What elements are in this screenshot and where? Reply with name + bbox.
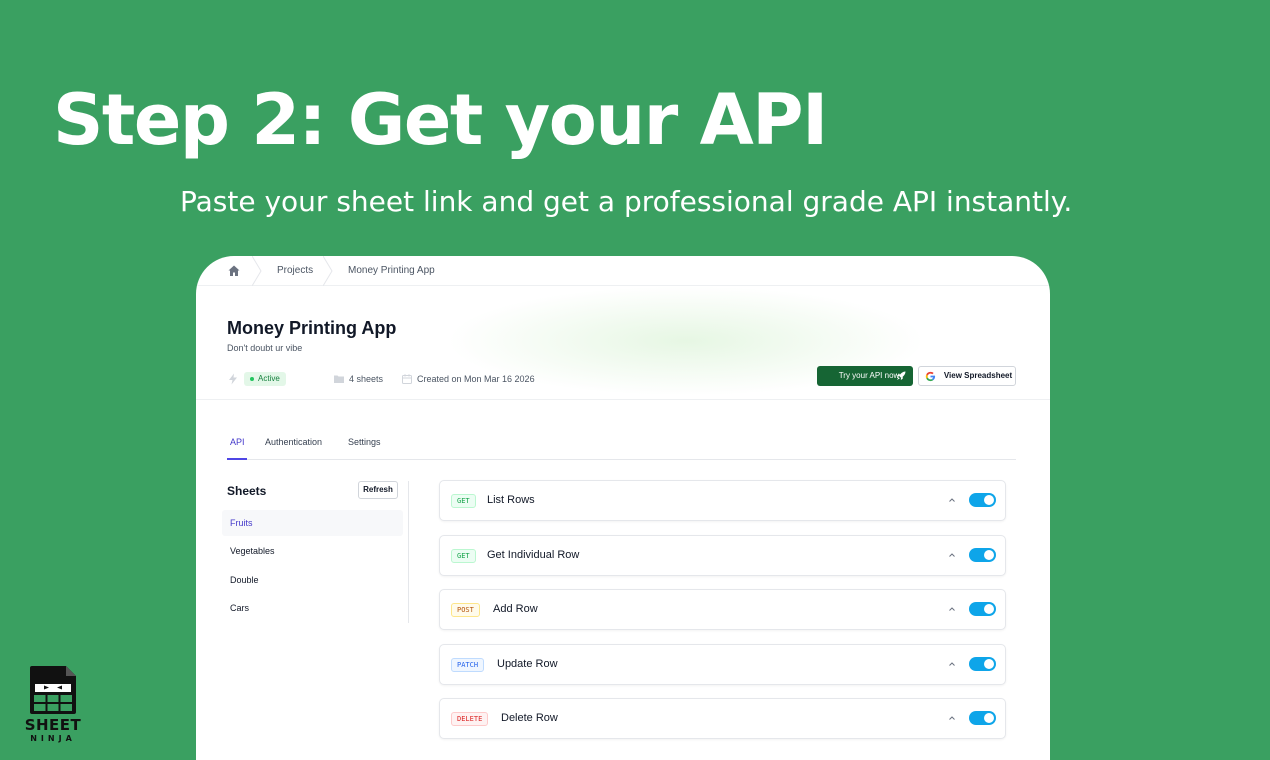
endpoint-name: Get Individual Row [487,549,580,561]
sheets-divider [408,481,409,623]
refresh-button[interactable]: Refresh [358,481,398,499]
rocket-icon [897,371,906,380]
created-date: Created on Mon Mar 16 2026 [417,374,535,384]
tab-settings[interactable]: Settings [348,437,381,447]
google-icon [925,371,936,382]
sheet-ninja-logo: SHEET NINJA [22,664,84,746]
folder-icon [334,375,344,383]
sheets-count: 4 sheets [349,374,384,384]
bolt-icon [229,373,237,385]
status-dot-icon [250,377,254,381]
view-spreadsheet-button[interactable]: View Spreadsheet [918,366,1016,386]
endpoint-update-row[interactable]: PATCH Update Row [439,644,1006,685]
method-badge-patch: PATCH [451,658,485,672]
endpoint-add-row[interactable]: POST Add Row [439,589,1006,630]
breadcrumb-separator-icon [252,256,262,286]
hero-title: Step 2: Get your API [53,79,828,161]
tab-api[interactable]: API [230,437,245,447]
home-icon[interactable] [227,264,241,278]
try-api-button-label: Try your API now [838,371,900,380]
method-badge-get: GET [451,494,476,508]
breadcrumb-separator-icon [323,256,333,286]
toggle-knob [984,713,994,723]
hero-subtitle: Paste your sheet link and get a professi… [180,185,1073,218]
endpoint-toggle[interactable] [969,657,996,671]
chevron-up-icon[interactable] [948,551,956,559]
chevron-up-icon[interactable] [948,605,956,613]
toggle-knob [984,604,994,614]
endpoint-name: Add Row [493,603,538,615]
endpoint-toggle[interactable] [969,493,996,507]
chevron-up-icon[interactable] [948,496,956,504]
logo-text-ninja: NINJA [30,734,76,743]
toggle-knob [984,659,994,669]
endpoint-toggle[interactable] [969,711,996,725]
page-title: Money Printing App [227,318,397,338]
sheet-item-cars[interactable]: Cars [222,595,403,621]
project-meta: Active 4 sheets Created on Mon Mar 16 20… [227,371,727,387]
logo-text-sheet: SHEET [24,716,82,734]
sheets-heading: Sheets [227,484,267,498]
endpoint-toggle[interactable] [969,548,996,562]
tab-bar: API Authentication Settings [227,434,1016,460]
ninja-sheet-icon [30,666,76,714]
active-tab-indicator [227,458,247,460]
chevron-up-icon[interactable] [948,714,956,722]
method-badge-get: GET [451,549,476,563]
status-badge: Active [244,372,286,386]
breadcrumb: Projects Money Printing App [196,256,1050,286]
breadcrumb-current-project[interactable]: Money Printing App [348,265,435,276]
try-api-button[interactable]: Try your API now [817,366,913,386]
view-spreadsheet-label: View Spreadsheet [943,371,1013,380]
calendar-icon [402,374,412,384]
endpoint-name: Delete Row [501,712,558,724]
toggle-knob [984,550,994,560]
sheet-item-double[interactable]: Double [222,567,403,593]
method-badge-delete: DELETE [451,712,489,726]
endpoint-toggle[interactable] [969,602,996,616]
endpoint-name: Update Row [497,658,558,670]
endpoint-name: List Rows [487,494,535,506]
page-subtitle: Don't doubt ur vibe [227,343,303,353]
app-window: Projects Money Printing App Money Printi… [196,256,1050,760]
endpoint-list-rows[interactable]: GET List Rows [439,480,1006,521]
endpoint-get-individual-row[interactable]: GET Get Individual Row [439,535,1006,576]
endpoint-delete-row[interactable]: DELETE Delete Row [439,698,1006,739]
sheet-item-fruits[interactable]: Fruits [222,510,403,536]
header-divider [196,399,1050,400]
toggle-knob [984,495,994,505]
chevron-up-icon[interactable] [948,660,956,668]
sheet-item-vegetables[interactable]: Vegetables [222,538,403,564]
tab-authentication[interactable]: Authentication [265,437,322,447]
breadcrumb-projects[interactable]: Projects [277,265,313,276]
status-badge-label: Active [258,374,280,383]
method-badge-post: POST [451,603,480,617]
